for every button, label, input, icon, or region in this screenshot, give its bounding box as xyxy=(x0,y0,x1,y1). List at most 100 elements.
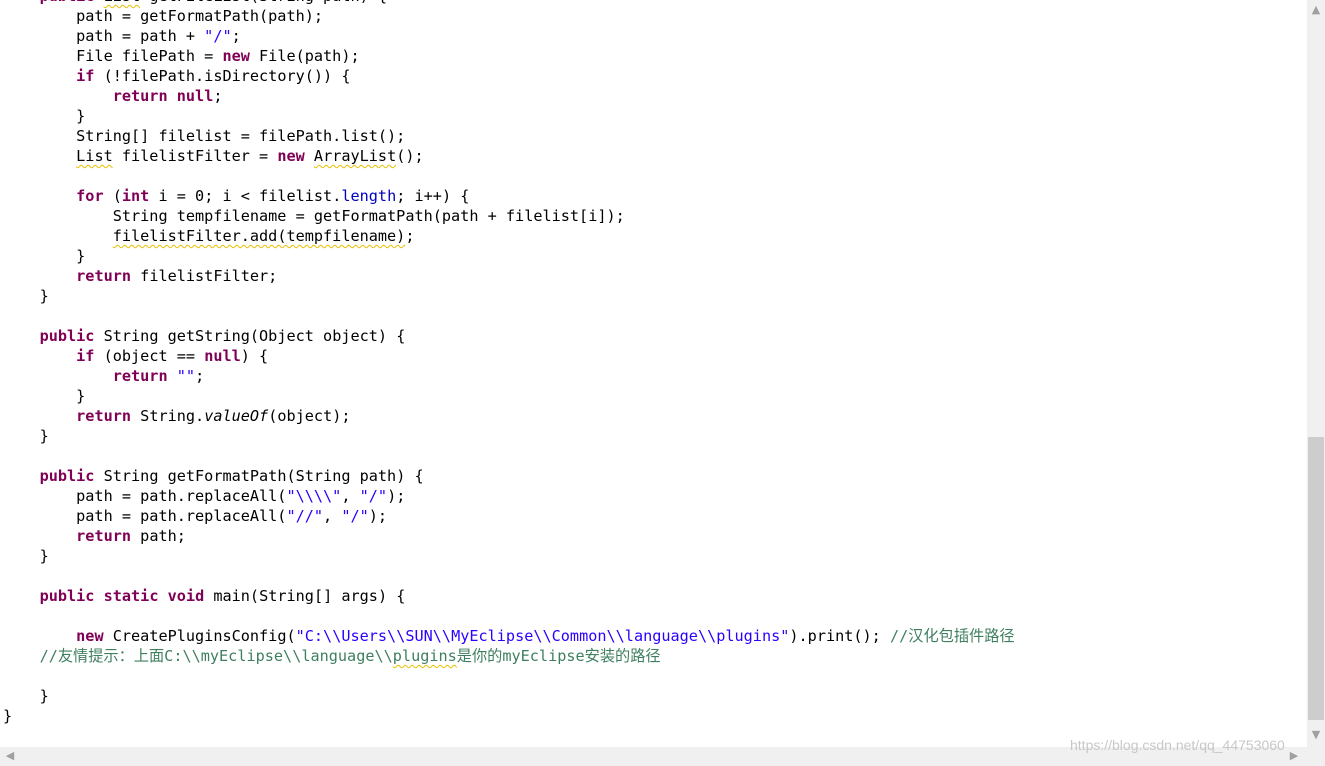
code-token: } xyxy=(3,107,86,125)
code-token: } xyxy=(3,387,86,405)
code-token: path = path.replaceAll( xyxy=(3,487,287,505)
code-string: "/" xyxy=(204,27,232,45)
scroll-up-arrow-icon[interactable]: ▲ xyxy=(1308,2,1324,18)
code-keyword: void xyxy=(167,587,205,605)
code-keyword: if xyxy=(76,347,95,365)
code-line: File filePath = new File(path); xyxy=(3,46,1015,66)
code-line: String tempfilename = getFormatPath(path… xyxy=(3,206,1015,226)
code-line: ​ xyxy=(3,306,1015,326)
code-token: ).print(); xyxy=(789,627,890,645)
scroll-left-arrow-icon[interactable]: ◀ xyxy=(2,748,18,764)
code-keyword: public xyxy=(39,467,95,485)
code-line: return filelistFilter; xyxy=(3,266,1015,286)
code-keyword: new xyxy=(277,147,305,165)
scroll-down-arrow-icon[interactable]: ▼ xyxy=(1308,727,1324,743)
code-keyword: null xyxy=(176,87,214,105)
code-line: path = path.replaceAll("//", "/"); xyxy=(3,506,1015,526)
code-comment: //友情提示：上面C:\\myEclipse\\language\\ xyxy=(39,647,393,665)
code-token: String. xyxy=(131,407,205,425)
code-line: } xyxy=(3,246,1015,266)
code-string: "//" xyxy=(286,507,324,525)
code-token: String tempfilename = getFormatPath(path… xyxy=(3,207,625,225)
code-token: String getString(Object object) { xyxy=(94,327,406,345)
code-line: public String getFormatPath(String path)… xyxy=(3,466,1015,486)
code-comment: 是你的myEclipse安装的路径 xyxy=(456,647,661,665)
code-token: ); xyxy=(387,487,406,505)
code-line: return ""; xyxy=(3,366,1015,386)
code-token: File(path); xyxy=(249,47,360,65)
code-token: filelistFilter.add(tempfilename) xyxy=(112,227,406,245)
code-token: } xyxy=(3,427,49,445)
code-line: if (!filePath.isDirectory()) { xyxy=(3,66,1015,86)
code-keyword: new xyxy=(222,47,250,65)
code-keyword: new xyxy=(76,627,104,645)
code-string: "/" xyxy=(341,507,369,525)
code-token: ; xyxy=(405,227,415,245)
code-line: return String.valueOf(object); xyxy=(3,406,1015,426)
code-token: (); xyxy=(396,147,424,165)
code-keyword: null xyxy=(204,347,241,365)
code-line: } xyxy=(3,386,1015,406)
code-keyword: return xyxy=(112,367,168,385)
code-line: return path; xyxy=(3,526,1015,546)
code-line: } xyxy=(3,106,1015,126)
code-line: } xyxy=(3,286,1015,306)
code-keyword: return xyxy=(76,527,132,545)
code-line: //友情提示：上面C:\\myEclipse\\language\\plugin… xyxy=(3,646,1015,666)
code-line: path = path + "/"; xyxy=(3,26,1015,46)
code-token: } xyxy=(3,687,49,705)
code-token: length xyxy=(341,187,397,205)
code-line: } xyxy=(3,546,1015,566)
code-line: return null; xyxy=(3,86,1015,106)
code-text[interactable]: public List getFileList(String path) { p… xyxy=(3,0,1015,726)
code-token: filelistFilter; xyxy=(131,267,278,285)
code-token: ) { xyxy=(240,347,269,365)
code-line: ​ xyxy=(3,666,1015,686)
code-token: ; xyxy=(213,87,223,105)
code-token: } xyxy=(3,287,49,305)
code-token: } xyxy=(3,247,86,265)
code-keyword: public xyxy=(39,327,95,345)
code-token: ; xyxy=(195,367,205,385)
code-token: List xyxy=(76,147,113,165)
code-token: ( xyxy=(103,187,122,205)
vertical-scroll-thumb[interactable] xyxy=(1308,437,1324,720)
code-line: String[] filelist = filePath.list(); xyxy=(3,126,1015,146)
code-string: "" xyxy=(176,367,196,385)
code-token: String getFormatPath(String path) { xyxy=(94,467,424,485)
code-token: List xyxy=(104,0,141,5)
code-keyword: for xyxy=(76,187,104,205)
vertical-scrollbar[interactable]: ▲ ▼ xyxy=(1307,0,1325,747)
code-line: filelistFilter.add(tempfilename); xyxy=(3,226,1015,246)
code-editor[interactable]: public List getFileList(String path) { p… xyxy=(0,0,1307,747)
code-token: path = path + xyxy=(3,27,205,45)
code-keyword: return xyxy=(112,87,168,105)
code-token: valueOf xyxy=(204,407,269,425)
code-token: ; i++) { xyxy=(396,187,470,205)
code-token: , xyxy=(323,507,342,525)
code-token: path; xyxy=(131,527,186,545)
scroll-right-arrow-icon[interactable]: ▶ xyxy=(1286,748,1302,764)
code-token: main(String[] args) { xyxy=(204,587,406,605)
code-line: } xyxy=(3,426,1015,446)
code-keyword: static xyxy=(103,587,159,605)
code-line: path = getFormatPath(path); xyxy=(3,6,1015,26)
code-string: "/" xyxy=(359,487,388,505)
code-line: ​ xyxy=(3,446,1015,466)
code-token: (object); xyxy=(268,407,351,425)
